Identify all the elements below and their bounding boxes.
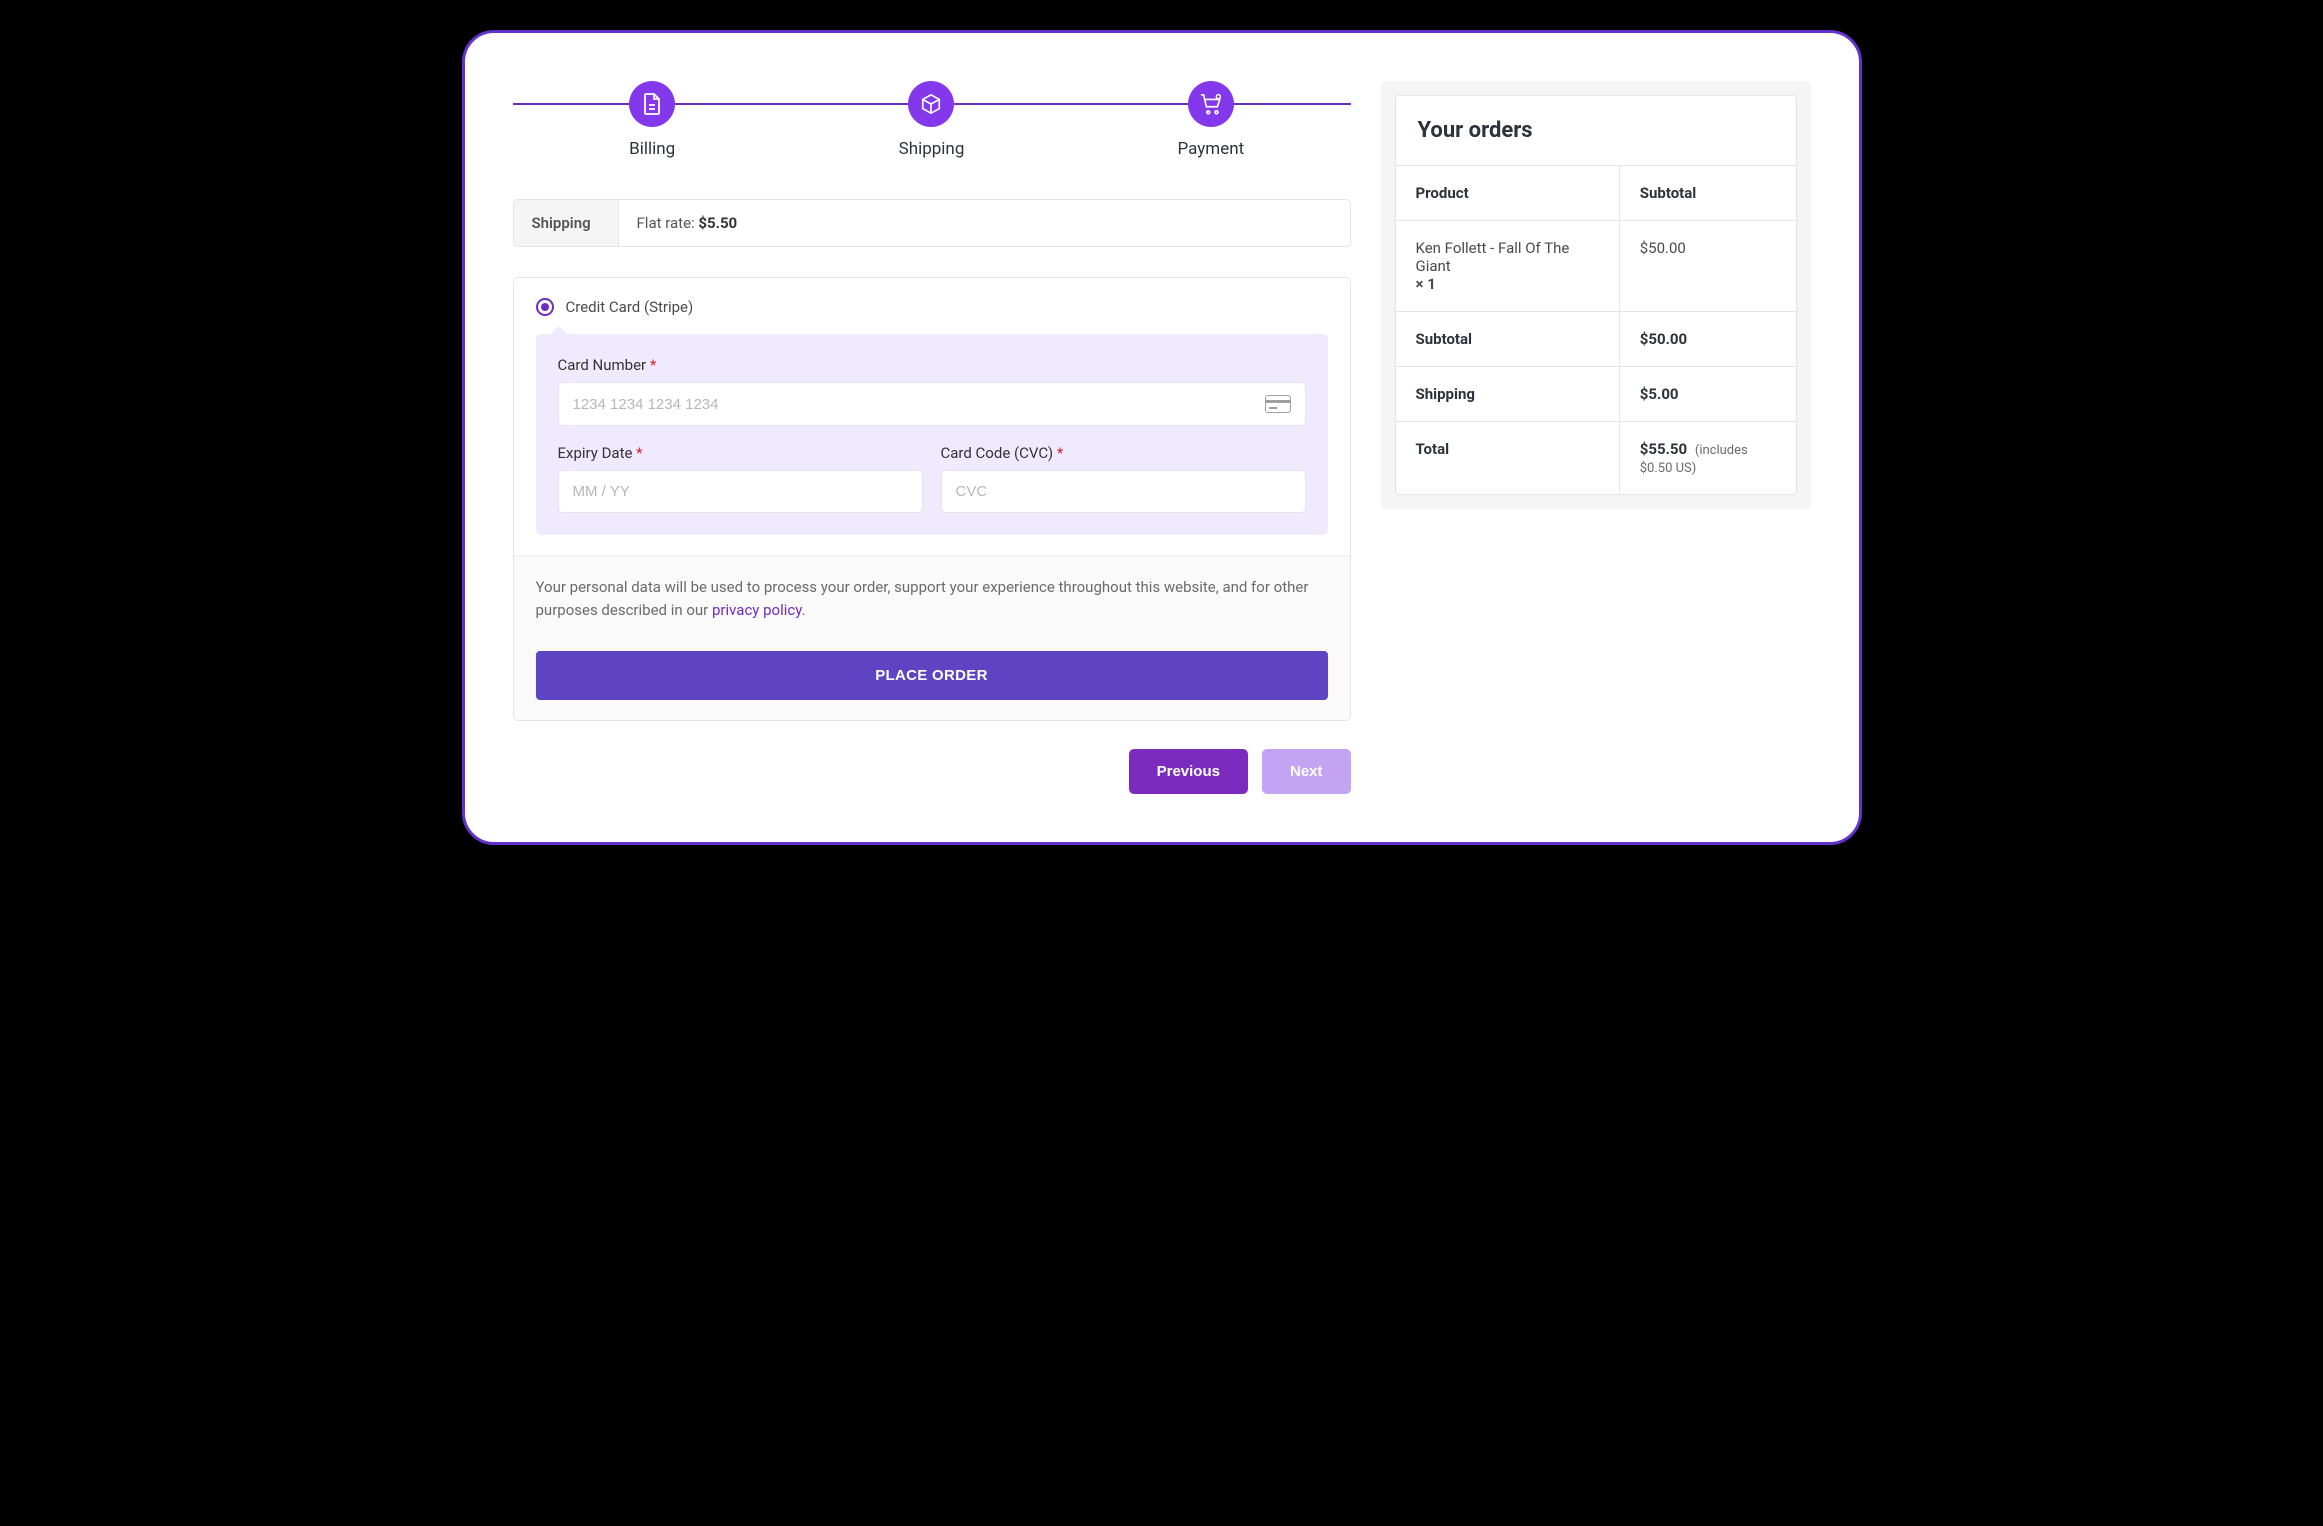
document-icon — [629, 81, 675, 127]
card-number-input[interactable] — [573, 396, 1255, 413]
order-total-value: $55.50 — [1640, 440, 1687, 458]
cvc-label: Card Code (CVC) * — [941, 444, 1306, 462]
order-item-qty: × 1 — [1416, 275, 1436, 293]
order-item-name: Ken Follett - Fall Of The Giant — [1416, 239, 1570, 275]
card-number-label: Card Number * — [558, 356, 1306, 374]
layout: Billing Shipping — [513, 81, 1811, 794]
expiry-field: Expiry Date * — [558, 444, 923, 513]
cvc-field: Card Code (CVC) * — [941, 444, 1306, 513]
cart-plus-icon — [1188, 81, 1234, 127]
orders-col-product: Product — [1396, 166, 1619, 220]
orders-table: Product Subtotal Ken Follett - Fall Of T… — [1395, 166, 1797, 495]
credit-card-panel: Card Number * Expiry Date * — [536, 334, 1328, 535]
privacy-box: Your personal data will be used to proce… — [514, 555, 1350, 720]
step-label: Shipping — [792, 139, 1071, 159]
package-icon — [908, 81, 954, 127]
order-line-item: Ken Follett - Fall Of The Giant × 1 $50.… — [1396, 221, 1796, 312]
required-mark: * — [636, 444, 642, 462]
order-total-cell: $55.50 (includes $0.50 US) — [1619, 422, 1796, 494]
order-subtotal-row: Subtotal $50.00 — [1396, 312, 1796, 367]
step-payment[interactable]: Payment — [1071, 81, 1350, 159]
step-billing[interactable]: Billing — [513, 81, 792, 159]
previous-button[interactable]: Previous — [1129, 749, 1248, 794]
shipping-bar-label: Shipping — [514, 200, 619, 246]
payment-method-label: Credit Card (Stripe) — [566, 298, 694, 316]
shipping-rate-prefix: Flat rate: — [637, 214, 699, 232]
place-order-button[interactable]: PLACE ORDER — [536, 651, 1328, 700]
orders-header-row: Product Subtotal — [1396, 166, 1796, 221]
checkout-stepper: Billing Shipping — [513, 81, 1351, 159]
order-subtotal-value: $50.00 — [1619, 312, 1796, 366]
order-subtotal-label: Subtotal — [1396, 312, 1619, 366]
order-shipping-label: Shipping — [1396, 367, 1619, 421]
required-mark: * — [650, 356, 656, 374]
orders-header: Your orders — [1395, 95, 1797, 166]
shipping-bar-value: Flat rate: $5.50 — [619, 200, 756, 246]
payment-method-stripe[interactable]: Credit Card (Stripe) — [536, 298, 1328, 316]
nav-buttons: Previous Next — [513, 749, 1351, 794]
card-number-field: Card Number * — [558, 356, 1306, 426]
required-mark: * — [1057, 444, 1063, 462]
checkout-frame: Billing Shipping — [462, 30, 1862, 845]
expiry-input[interactable] — [573, 483, 908, 500]
sidebar: Your orders Product Subtotal Ken Follett… — [1381, 81, 1811, 794]
orders-col-subtotal: Subtotal — [1619, 166, 1796, 220]
step-shipping[interactable]: Shipping — [792, 81, 1071, 159]
order-total-label: Total — [1396, 422, 1619, 494]
privacy-text: Your personal data will be used to proce… — [536, 576, 1328, 623]
step-label: Billing — [513, 139, 792, 159]
expiry-label: Expiry Date * — [558, 444, 923, 462]
shipping-rate-value: $5.50 — [698, 214, 737, 232]
order-shipping-value: $5.00 — [1619, 367, 1796, 421]
privacy-policy-link[interactable]: privacy policy — [712, 601, 802, 619]
order-item-price: $50.00 — [1619, 221, 1796, 311]
shipping-summary-bar: Shipping Flat rate: $5.50 — [513, 199, 1351, 247]
order-shipping-row: Shipping $5.00 — [1396, 367, 1796, 422]
order-item-name-cell: Ken Follett - Fall Of The Giant × 1 — [1396, 221, 1619, 311]
orders-panel: Your orders Product Subtotal Ken Follett… — [1381, 81, 1811, 509]
main-column: Billing Shipping — [513, 81, 1351, 794]
card-number-input-wrap — [558, 382, 1306, 426]
orders-title: Your orders — [1418, 118, 1774, 143]
next-button[interactable]: Next — [1262, 749, 1351, 794]
cvc-input[interactable] — [956, 483, 1291, 500]
payment-section: Credit Card (Stripe) Card Number * — [513, 277, 1351, 721]
credit-card-icon — [1265, 395, 1291, 413]
radio-checked-icon — [536, 298, 554, 316]
step-label: Payment — [1071, 139, 1350, 159]
order-total-row: Total $55.50 (includes $0.50 US) — [1396, 422, 1796, 494]
